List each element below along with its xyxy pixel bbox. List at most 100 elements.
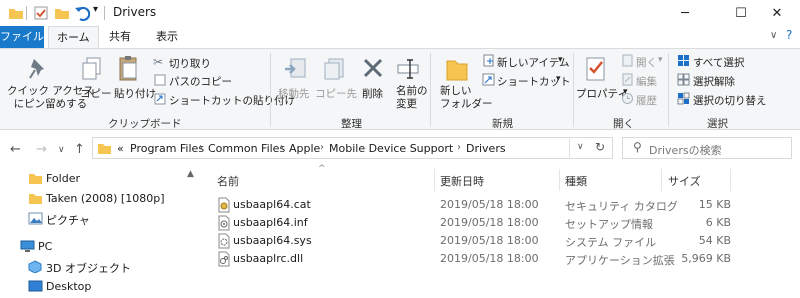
file-row[interactable]: usbaapl64.inf 2019/05/18 18:00 セットアップ情報 … bbox=[213, 214, 781, 232]
search-box[interactable]: ⚲ Driversの検索 bbox=[622, 137, 792, 159]
close-button[interactable]: ✕ bbox=[754, 0, 800, 26]
maximize-icon: ☐ bbox=[735, 5, 747, 21]
pictures-icon bbox=[28, 212, 43, 225]
breadcrumb-mobile-device-support[interactable]: Mobile Device Support bbox=[329, 142, 453, 155]
nav-item-label: 3D オブジェクト bbox=[46, 262, 131, 275]
tab-home[interactable]: ホーム bbox=[48, 26, 99, 48]
organize-group-label: 整理 bbox=[341, 118, 362, 130]
column-header-name[interactable]: 名前 bbox=[217, 173, 239, 189]
invert-selection-label: 選択の切り替え bbox=[693, 95, 767, 107]
undo-icon[interactable] bbox=[74, 5, 90, 21]
new-folder-icon[interactable] bbox=[54, 5, 70, 21]
file-name: usbaapl64.sys bbox=[233, 234, 312, 247]
breadcrumb-drivers[interactable]: Drivers bbox=[466, 142, 506, 155]
delete-x-icon bbox=[363, 58, 383, 78]
close-icon: ✕ bbox=[771, 5, 783, 21]
tab-view[interactable]: 表示 bbox=[148, 26, 186, 48]
file-size: 54 KB bbox=[698, 234, 731, 247]
breadcrumb-separator-icon[interactable]: › bbox=[457, 142, 461, 153]
folder-icon bbox=[9, 9, 23, 19]
group-divider bbox=[668, 53, 669, 127]
file-size: 15 KB bbox=[698, 198, 731, 211]
group-divider bbox=[573, 53, 574, 127]
customize-toolbar-dropdown[interactable]: ▾ bbox=[93, 4, 98, 20]
divider bbox=[104, 6, 105, 20]
new-folder-icon bbox=[446, 60, 468, 81]
expand-ribbon-icon[interactable]: ∨ bbox=[770, 30, 777, 41]
column-header-size[interactable]: サイズ bbox=[668, 173, 701, 189]
nav-item-label: PC bbox=[38, 240, 53, 253]
column-divider[interactable] bbox=[730, 169, 731, 191]
file-name: usbaaplrc.dll bbox=[233, 252, 304, 265]
breadcrumb-overflow[interactable]: « bbox=[117, 142, 124, 155]
cut-label: 切り取り bbox=[169, 58, 211, 70]
properties-check-icon[interactable] bbox=[33, 5, 49, 21]
rename-label: 名前の 変更 bbox=[396, 85, 428, 110]
file-date: 2019/05/18 18:00 bbox=[440, 198, 539, 211]
column-header-date[interactable]: 更新日時 bbox=[440, 173, 484, 189]
file-size: 6 KB bbox=[705, 216, 731, 229]
delete-label: 削除 bbox=[362, 88, 383, 100]
help-icon[interactable]: ? bbox=[786, 28, 792, 42]
desktop-icon bbox=[28, 280, 43, 292]
file-row[interactable]: usbaapl64.sys 2019/05/18 18:00 システム ファイル… bbox=[213, 232, 781, 250]
scissors-icon: ✂ bbox=[153, 55, 164, 69]
minimize-button[interactable]: ─ bbox=[662, 0, 708, 26]
address-history-chevron-icon[interactable]: ∨ bbox=[577, 142, 584, 152]
group-divider bbox=[270, 53, 271, 127]
new-folder-label: 新しい フォルダー bbox=[440, 85, 493, 110]
refresh-icon[interactable]: ↻ bbox=[595, 140, 605, 154]
divider bbox=[26, 6, 27, 20]
select-none-label: 選択解除 bbox=[693, 76, 735, 88]
breadcrumb-separator-icon[interactable]: › bbox=[280, 142, 284, 153]
file-row[interactable]: usbaapl64.cat 2019/05/18 18:00 セキュリティ カタ… bbox=[213, 196, 781, 214]
back-arrow-icon[interactable]: ← bbox=[10, 142, 21, 157]
catalog-file-icon bbox=[218, 197, 230, 213]
file-type: セットアップ情報 bbox=[565, 218, 653, 231]
search-icon: ⚲ bbox=[633, 140, 642, 154]
system-file-icon bbox=[218, 233, 230, 249]
forward-arrow-icon[interactable]: → bbox=[36, 142, 47, 157]
shortcut-icon bbox=[482, 73, 495, 86]
nav-item-label: Taken (2008) [1080p] bbox=[46, 192, 165, 205]
history-label: 履歴 bbox=[636, 95, 657, 107]
tab-share[interactable]: 共有 bbox=[101, 26, 139, 48]
breadcrumb-separator-icon[interactable]: › bbox=[320, 142, 324, 153]
dll-file-icon bbox=[218, 251, 230, 267]
column-divider[interactable] bbox=[434, 169, 435, 191]
new-item-icon bbox=[483, 54, 494, 67]
up-arrow-icon[interactable]: ↑ bbox=[74, 142, 85, 157]
clipboard-group-label: クリップボード bbox=[108, 118, 182, 130]
select-all-icon bbox=[678, 55, 689, 66]
edit-icon bbox=[622, 73, 633, 86]
breadcrumb-common-files[interactable]: Common Files bbox=[208, 142, 285, 155]
nav-item-label: ピクチャ bbox=[46, 214, 90, 227]
scroll-up-arrow-icon[interactable]: ▲ bbox=[187, 169, 194, 179]
address-bar[interactable]: « Program Files › Common Files › Apple ›… bbox=[92, 137, 613, 159]
chevron-down-icon: ▾ bbox=[556, 74, 561, 84]
nav-item-label: Folder bbox=[46, 172, 80, 185]
tab-file[interactable]: ファイル bbox=[0, 26, 44, 48]
paste-shortcut-label: ショートカットの貼り付け bbox=[169, 95, 295, 107]
file-row[interactable]: usbaaplrc.dll 2019/05/18 18:00 アプリケーション拡… bbox=[213, 250, 781, 268]
file-type: セキュリティ カタログ bbox=[565, 200, 678, 213]
recent-locations-chevron-icon[interactable]: ∨ bbox=[58, 145, 65, 155]
column-divider[interactable] bbox=[661, 169, 662, 191]
file-list: ^ 名前 更新日時 種類 サイズ usbaapl64.cat 2019/05/1… bbox=[200, 164, 800, 298]
column-divider[interactable] bbox=[559, 169, 560, 191]
select-all-label: すべて選択 bbox=[693, 57, 745, 69]
select-group-label: 選択 bbox=[707, 118, 728, 130]
breadcrumb-program-files[interactable]: Program Files bbox=[130, 142, 204, 155]
window-title: Drivers bbox=[113, 5, 157, 19]
open-icon bbox=[622, 54, 633, 67]
file-name: usbaapl64.inf bbox=[233, 216, 308, 229]
paste-label: 貼り付け bbox=[114, 88, 156, 100]
paste-icon bbox=[119, 56, 137, 81]
breadcrumb-apple[interactable]: Apple bbox=[289, 142, 320, 155]
folder-icon bbox=[29, 174, 42, 184]
column-header-type[interactable]: 種類 bbox=[565, 173, 587, 189]
paste-shortcut-icon bbox=[154, 93, 166, 105]
file-date: 2019/05/18 18:00 bbox=[440, 234, 539, 247]
breadcrumb-separator-icon[interactable]: › bbox=[199, 142, 203, 153]
copy-path-label: パスのコピー bbox=[169, 76, 232, 88]
